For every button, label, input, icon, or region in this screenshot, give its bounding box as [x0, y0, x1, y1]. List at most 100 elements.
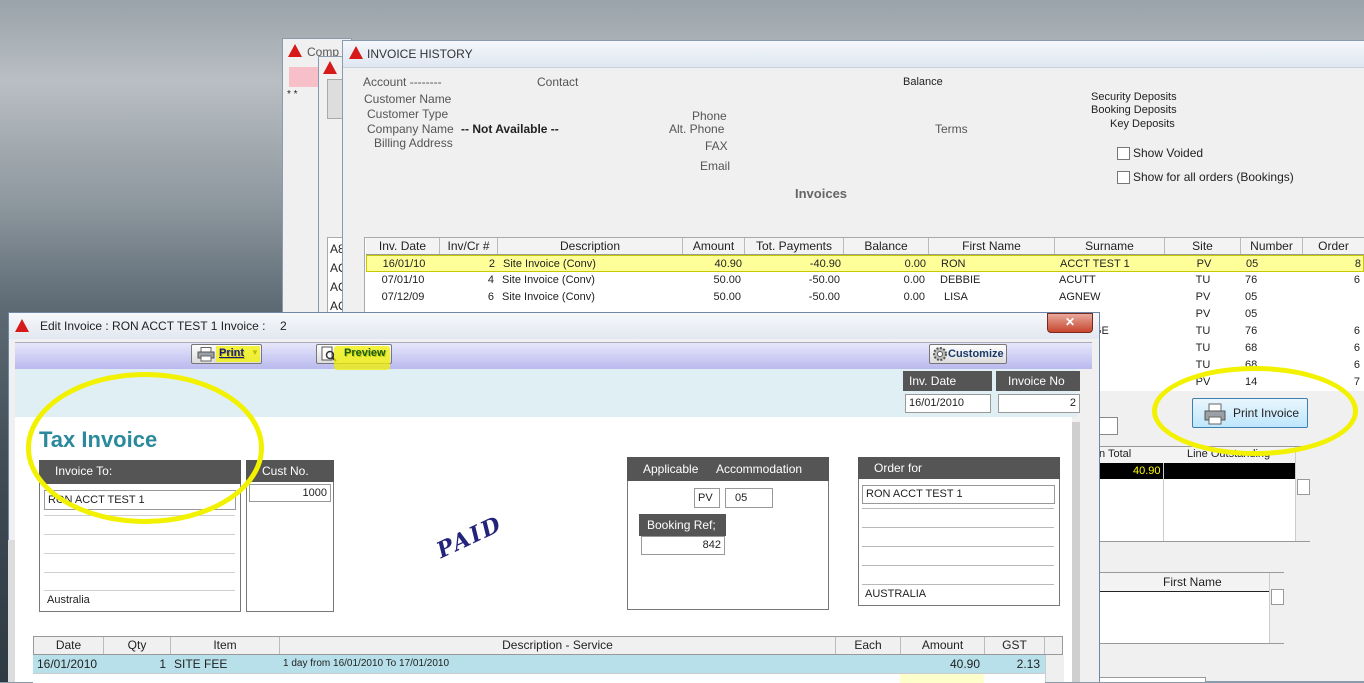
- column-header[interactable]: Number: [1241, 238, 1303, 254]
- order-for-label: Order for: [874, 461, 923, 475]
- vertical-scrollbar[interactable]: [1295, 447, 1310, 541]
- line-total-divider: [1163, 463, 1164, 541]
- first-name-column: First Name: [1163, 575, 1222, 589]
- invoice-scrollbar[interactable]: [1072, 422, 1080, 682]
- accommodation-label: Accommodation: [716, 462, 803, 476]
- cell-date: 16/01/10: [382, 258, 426, 270]
- cell-each: [835, 655, 900, 673]
- cust-no-field[interactable]: 1000: [249, 484, 331, 502]
- close-icon: ✕: [1064, 315, 1076, 329]
- title-bar[interactable]: INVOICE HISTORY: [343, 41, 1364, 68]
- cell-date: 07/01/10: [381, 274, 425, 286]
- invoice-no-field[interactable]: 2: [998, 394, 1080, 413]
- cell-surname: AGNEW: [1059, 291, 1101, 303]
- customer-name-label: Customer Name: [364, 92, 452, 106]
- cell-description: Site Invoice (Conv): [503, 258, 596, 270]
- order-for-name-field[interactable]: RON ACCT TEST 1: [862, 485, 1055, 504]
- first-name-grid[interactable]: First Name: [1098, 572, 1284, 644]
- highlight-circle-print-invoice: [1152, 366, 1358, 456]
- site-number-field[interactable]: 05: [725, 488, 773, 508]
- column-header[interactable]: Tot. Payments: [745, 238, 844, 254]
- show-all-orders-checkbox[interactable]: [1117, 171, 1130, 184]
- table-row[interactable]: 16/01/2010 1 SITE FEE 1 day from 16/01/2…: [33, 655, 1045, 673]
- show-voided-checkbox[interactable]: [1117, 147, 1130, 160]
- cell-order: [1303, 289, 1364, 306]
- cell-order: 6: [1353, 342, 1360, 354]
- column-header[interactable]: Site: [1165, 238, 1241, 254]
- scroll-thumb[interactable]: [1297, 479, 1310, 495]
- account-label: Account --------: [363, 75, 442, 89]
- window-title-number: 2: [280, 319, 287, 333]
- applicable-label: Applicable: [643, 462, 699, 476]
- highlight-circle-tax-invoice: [26, 372, 264, 524]
- cell-site-number: 05: [1246, 258, 1259, 270]
- column-header[interactable]: Amount: [683, 238, 745, 254]
- table-row[interactable]: 07/12/09 6 Site Invoice (Conv) 50.00 -50…: [366, 289, 1364, 306]
- address-line: [862, 584, 1054, 585]
- cell-site-number: 76: [1245, 325, 1258, 337]
- app-logo-icon: [288, 44, 302, 57]
- table-row[interactable]: 16/01/10 2 Site Invoice (Conv) 40.90 -40…: [366, 255, 1364, 272]
- cust-no-label: Cust No.: [262, 464, 309, 478]
- address-line: [862, 565, 1054, 566]
- line-total-value: 40.90: [1133, 465, 1161, 477]
- table-row[interactable]: 07/01/10 4 Site Invoice (Conv) 50.00 -50…: [366, 272, 1364, 289]
- cell-item: SITE FEE: [174, 657, 228, 671]
- cell-payments: -50.00: [808, 291, 840, 303]
- bottom-field[interactable]: [1098, 677, 1206, 682]
- line-totals-row[interactable]: [1099, 463, 1295, 479]
- cell-surname: ACCT TEST 1: [1060, 258, 1130, 270]
- column-header[interactable]: Description: [498, 238, 683, 254]
- cell-date: 07/12/09: [381, 291, 425, 303]
- title-bar[interactable]: Edit Invoice : RON ACCT TEST 1 Invoice :…: [9, 313, 1099, 339]
- order-for-country: AUSTRALIA: [865, 588, 927, 600]
- customize-button[interactable]: Customize: [929, 344, 1007, 364]
- column-header[interactable]: Balance: [844, 238, 929, 254]
- cell-site: PV: [1196, 258, 1212, 270]
- inv-date-field[interactable]: 16/01/2010: [905, 394, 991, 413]
- small-input[interactable]: [1098, 417, 1118, 435]
- cell-site: PV: [1195, 291, 1211, 303]
- column-header[interactable]: First Name: [929, 238, 1055, 254]
- invoices-heading: Invoices: [795, 186, 848, 201]
- customer-type-label: Customer Type: [367, 107, 449, 121]
- cell-site: PV: [1195, 308, 1211, 320]
- site-code-field[interactable]: PV: [694, 488, 720, 508]
- column-header[interactable]: Inv/Cr #: [440, 238, 498, 254]
- gear-icon: [933, 347, 947, 361]
- cell-balance: 0.00: [904, 258, 926, 270]
- invoice-no-header: Invoice No: [996, 371, 1080, 391]
- booking-ref-field[interactable]: 842: [641, 536, 725, 555]
- company-name-value: -- Not Available --: [461, 122, 559, 136]
- line-totals-grid[interactable]: n Total Line Outstanding 40.90: [1098, 446, 1310, 542]
- address-line: [862, 508, 1054, 509]
- terms-label: Terms: [935, 122, 968, 136]
- cell-amount: 40.90: [949, 657, 980, 671]
- line-items-scrollbar[interactable]: [1045, 655, 1064, 682]
- cell-qty: 1: [159, 657, 166, 671]
- invoices-grid-header: Inv. Date Inv/Cr # Description Amount To…: [366, 238, 1364, 255]
- column-header: GST: [985, 637, 1045, 654]
- close-button[interactable]: ✕: [1047, 313, 1093, 333]
- cell-surname: ACUTT: [1059, 274, 1096, 286]
- column-header[interactable]: Order: [1303, 238, 1364, 254]
- address-line: [44, 572, 235, 573]
- address-line: [44, 590, 235, 591]
- left-window-edge: [8, 540, 15, 682]
- balance-label: Balance: [903, 76, 943, 88]
- column-header: Each: [836, 637, 901, 654]
- cell-amount: 40.90: [714, 258, 742, 270]
- cell-gst: 2.13: [1016, 657, 1040, 671]
- cell-order: 6: [1353, 359, 1360, 371]
- column-header[interactable]: Surname: [1055, 238, 1165, 254]
- column-header[interactable]: Inv. Date: [366, 238, 440, 254]
- cell-description: 1 day from 16/01/2010 To 17/01/2010: [283, 658, 450, 669]
- printer-icon: [197, 347, 215, 362]
- cell-site-number: 68: [1245, 342, 1258, 354]
- column-header: Qty: [104, 637, 171, 654]
- column-header: Date: [34, 637, 104, 654]
- vertical-scrollbar[interactable]: [1269, 573, 1284, 643]
- inv-date-header: Inv. Date: [903, 371, 992, 391]
- stars-text: * *: [287, 89, 298, 100]
- scroll-thumb[interactable]: [1271, 589, 1284, 605]
